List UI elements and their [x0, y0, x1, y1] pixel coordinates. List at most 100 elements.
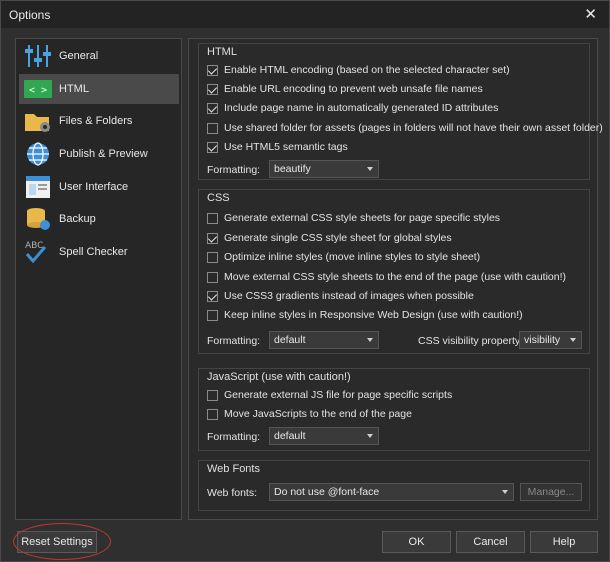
option-label: Generate external JS file for page speci…	[224, 389, 453, 401]
html-group: HTML Enable HTML encoding (based on the …	[198, 43, 603, 180]
svg-text:< >: < >	[29, 85, 47, 96]
group-title: JavaScript (use with caution!)	[207, 371, 351, 383]
select-value: default	[274, 334, 306, 346]
window-title: Options	[9, 8, 51, 22]
option-single-css[interactable]: Generate single CSS style sheet for glob…	[207, 230, 452, 246]
option-label: Move external CSS style sheets to the en…	[224, 271, 567, 283]
sidebar-item-label: Spell Checker	[59, 246, 128, 258]
close-icon[interactable]: ✕	[584, 5, 597, 23]
checkbox[interactable]	[207, 212, 218, 224]
sidebar-item-label: HTML	[59, 83, 89, 95]
checkbox[interactable]	[207, 408, 218, 420]
sidebar-item-publish-preview[interactable]: Publish & Preview	[19, 139, 179, 169]
sidebar-item-backup[interactable]: Backup	[19, 204, 179, 234]
ok-button[interactable]: OK	[382, 531, 451, 553]
select-value: beautify	[274, 163, 311, 175]
formatting-label: Formatting:	[207, 431, 261, 443]
abc-check-icon: ABC	[23, 239, 53, 265]
chevron-down-icon	[570, 338, 576, 342]
css-visibility-select[interactable]: visibility	[519, 331, 582, 349]
option-html-encoding[interactable]: Enable HTML encoding (based on the selec…	[207, 62, 510, 78]
chevron-down-icon	[367, 167, 373, 171]
option-optimize-inline[interactable]: Optimize inline styles (move inline styl…	[207, 249, 480, 265]
option-html5-tags[interactable]: Use HTML5 semantic tags	[207, 139, 348, 155]
checkbox[interactable]	[207, 290, 218, 302]
option-label: Use CSS3 gradients instead of images whe…	[224, 290, 474, 302]
option-label: Use HTML5 semantic tags	[224, 141, 348, 153]
sidebar-item-spell-checker[interactable]: ABC Spell Checker	[19, 237, 179, 267]
html-formatting-select[interactable]: beautify	[269, 160, 379, 178]
option-label: Enable HTML encoding (based on the selec…	[224, 64, 510, 76]
select-value: default	[274, 430, 306, 442]
option-label: Keep inline styles in Responsive Web Des…	[224, 309, 523, 321]
cancel-button[interactable]: Cancel	[456, 531, 525, 553]
checkbox[interactable]	[207, 271, 218, 283]
sidebar-item-files-folders[interactable]: Files & Folders	[19, 106, 179, 136]
checkbox[interactable]	[207, 251, 218, 263]
option-external-js[interactable]: Generate external JS file for page speci…	[207, 387, 452, 403]
option-label: Generate external CSS style sheets for p…	[224, 212, 501, 224]
javascript-group: JavaScript (use with caution!) Generate …	[198, 368, 590, 451]
checkbox[interactable]	[207, 309, 218, 321]
css-formatting-select[interactable]: default	[269, 331, 379, 349]
select-value: Do not use @font-face	[274, 486, 380, 498]
sidebar-item-user-interface[interactable]: User Interface	[19, 172, 179, 202]
chevron-down-icon	[367, 338, 373, 342]
code-icon: < >	[23, 76, 53, 102]
sliders-icon	[23, 43, 53, 69]
option-external-css[interactable]: Generate external CSS style sheets for p…	[207, 210, 500, 226]
checkbox[interactable]	[207, 232, 218, 244]
checkbox[interactable]	[207, 64, 218, 76]
checkbox[interactable]	[207, 141, 218, 153]
option-move-css-end[interactable]: Move external CSS style sheets to the en…	[207, 269, 566, 285]
web-fonts-label: Web fonts:	[207, 487, 257, 499]
formatting-label: Formatting:	[207, 164, 261, 176]
options-dialog: Options ✕ General < > HTML Files & Folde…	[0, 0, 610, 562]
sidebar-item-label: Publish & Preview	[59, 148, 148, 160]
option-label: Include page name in automatically gener…	[224, 102, 499, 114]
option-shared-assets[interactable]: Use shared folder for assets (pages in f…	[207, 120, 603, 136]
option-url-encoding[interactable]: Enable URL encoding to prevent web unsaf…	[207, 81, 483, 97]
group-title: Web Fonts	[207, 463, 260, 475]
sidebar: General < > HTML Files & Folders Publish…	[15, 38, 182, 520]
sidebar-item-label: General	[59, 50, 99, 62]
option-keep-inline-rwd[interactable]: Keep inline styles in Responsive Web Des…	[207, 307, 523, 323]
option-label: Move JavaScripts to the end of the page	[224, 408, 412, 420]
chevron-down-icon	[502, 490, 508, 494]
select-value: visibility	[524, 334, 561, 346]
window-icon	[23, 174, 53, 200]
option-move-js-end[interactable]: Move JavaScripts to the end of the page	[207, 406, 412, 422]
web-fonts-select[interactable]: Do not use @font-face	[269, 483, 514, 501]
option-page-name-id[interactable]: Include page name in automatically gener…	[207, 100, 498, 116]
sidebar-item-html[interactable]: < > HTML	[19, 74, 179, 104]
group-title: HTML	[207, 46, 237, 58]
css-group: CSS Generate external CSS style sheets f…	[198, 189, 590, 354]
checkbox[interactable]	[207, 83, 218, 95]
visibility-label: CSS visibility property:	[418, 335, 524, 347]
database-icon	[23, 206, 53, 232]
svg-text:ABC: ABC	[25, 241, 43, 251]
folder-gear-icon	[23, 108, 53, 134]
js-formatting-select[interactable]: default	[269, 427, 379, 445]
option-label: Optimize inline styles (move inline styl…	[224, 251, 481, 263]
checkbox[interactable]	[207, 102, 218, 114]
checkbox[interactable]	[207, 122, 218, 134]
chevron-down-icon	[367, 434, 373, 438]
sidebar-item-label: Backup	[59, 213, 96, 225]
web-fonts-group: Web Fonts Web fonts: Do not use @font-fa…	[198, 460, 590, 511]
option-label: Use shared folder for assets (pages in f…	[224, 122, 603, 134]
option-label: Enable URL encoding to prevent web unsaf…	[224, 83, 483, 95]
group-title: CSS	[207, 192, 230, 204]
option-css3-gradients[interactable]: Use CSS3 gradients instead of images whe…	[207, 288, 474, 304]
sidebar-item-general[interactable]: General	[19, 41, 179, 71]
option-label: Generate single CSS style sheet for glob…	[224, 232, 452, 244]
title-bar: Options ✕	[1, 1, 609, 28]
formatting-label: Formatting:	[207, 335, 261, 347]
help-button[interactable]: Help	[530, 531, 598, 553]
html-settings-panel: HTML Enable HTML encoding (based on the …	[188, 38, 603, 520]
manage-fonts-button: Manage...	[520, 483, 582, 501]
checkbox[interactable]	[207, 389, 218, 401]
sidebar-item-label: User Interface	[59, 181, 129, 193]
sidebar-item-label: Files & Folders	[59, 115, 133, 127]
globe-icon	[23, 141, 53, 167]
